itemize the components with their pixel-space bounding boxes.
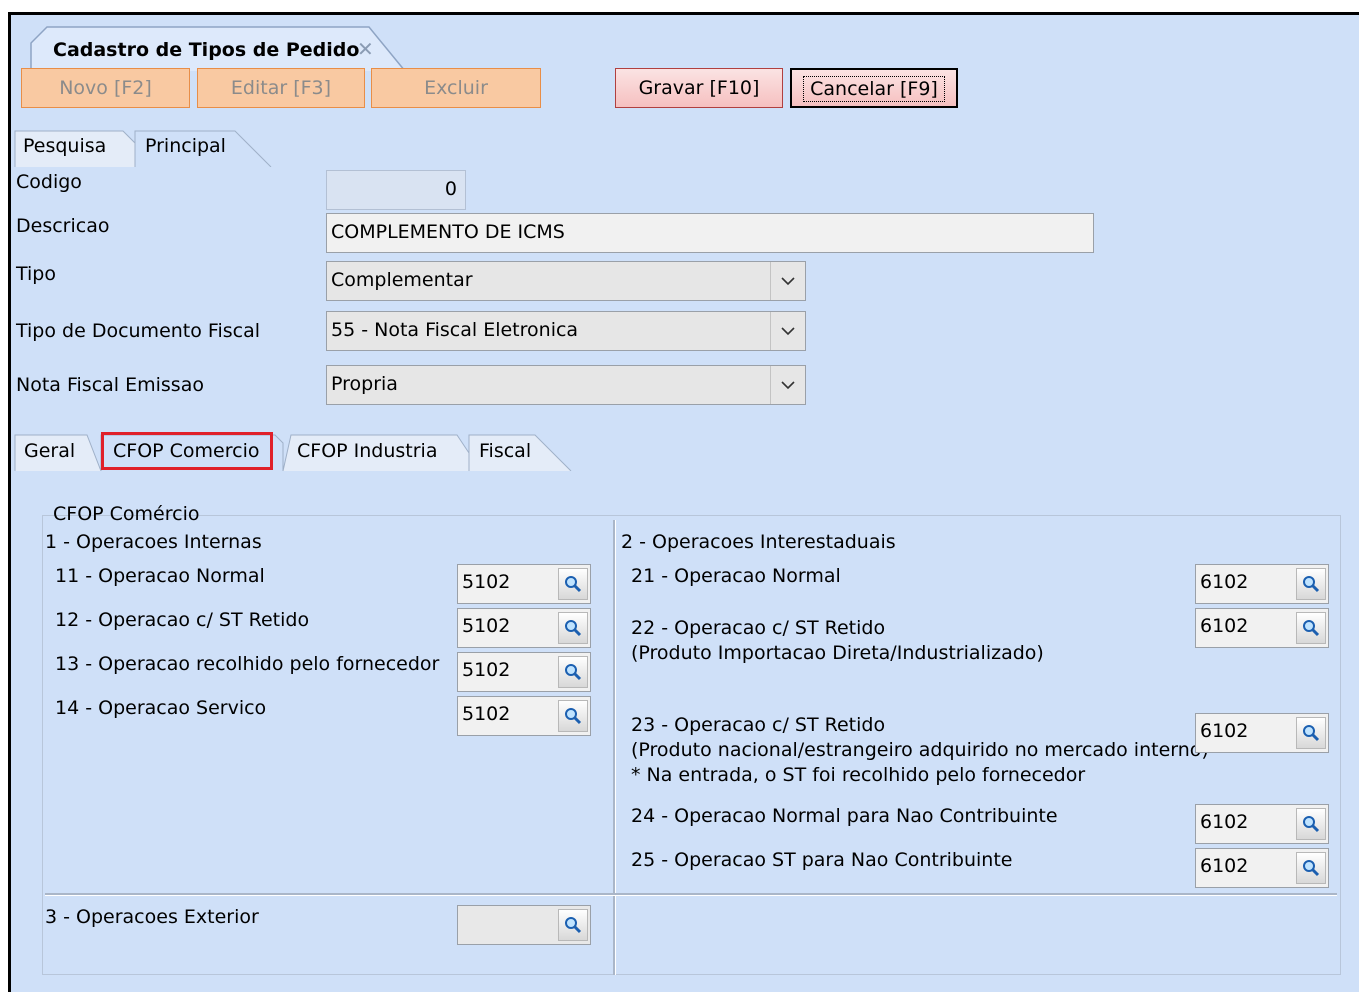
cfop-21-field[interactable]: 6102 [1195, 564, 1329, 604]
cfop-21-label: 21 - Operacao Normal [631, 565, 841, 587]
gravar-button[interactable]: Gravar [F10] [615, 68, 783, 108]
exterior-title: 3 - Operacoes Exterior [45, 906, 259, 928]
search-icon[interactable] [558, 700, 588, 732]
search-icon[interactable] [558, 612, 588, 644]
cfop-22-label: 22 - Operacao c/ ST Retido [631, 617, 886, 639]
group-title: CFOP Comércio [53, 503, 200, 525]
search-icon[interactable] [1296, 852, 1326, 884]
nf-emissao-label: Nota Fiscal Emissao [16, 374, 204, 396]
tab-principal[interactable]: Principal [145, 135, 226, 157]
search-icon[interactable] [1296, 612, 1326, 644]
cfop-exterior-field[interactable] [457, 905, 591, 945]
search-icon[interactable] [558, 909, 588, 941]
close-icon[interactable]: ✕ [357, 37, 374, 61]
nf-emissao-select[interactable]: Propria [326, 365, 806, 405]
cfop-13-value: 5102 [462, 659, 511, 681]
descricao-field[interactable]: COMPLEMENTO DE ICMS [326, 213, 1094, 253]
search-icon[interactable] [558, 568, 588, 600]
internas-title: 1 - Operacoes Internas [45, 531, 262, 553]
search-icon[interactable] [1296, 808, 1326, 840]
codigo-field: 0 [326, 170, 466, 210]
descricao-label: Descricao [16, 215, 110, 237]
cfop-25-label: 25 - Operacao ST para Nao Contribuinte [631, 849, 1013, 871]
cfop-14-label: 14 - Operacao Servico [55, 697, 267, 719]
search-icon[interactable] [1296, 568, 1326, 600]
cancelar-button-label: Cancelar [F9] [803, 76, 945, 102]
tab-cfop-industria[interactable]: CFOP Industria [297, 440, 437, 462]
cfop-24-value: 6102 [1200, 811, 1249, 833]
cancelar-button[interactable]: Cancelar [F9] [790, 68, 958, 108]
tipo-doc-select[interactable]: 55 - Nota Fiscal Eletronica [326, 311, 806, 351]
cfop-23-value: 6102 [1200, 720, 1249, 742]
tipo-value: Complementar [331, 269, 473, 291]
cfop-22-field[interactable]: 6102 [1195, 608, 1329, 648]
tipo-select[interactable]: Complementar [326, 261, 806, 301]
document-tab-title: Cadastro de Tipos de Pedido [53, 39, 360, 61]
cfop-12-value: 5102 [462, 615, 511, 637]
cfop-22-note: (Produto Importacao Direta/Industrializa… [631, 642, 1044, 664]
cfop-23-label: 23 - Operacao c/ ST Retido [631, 714, 886, 736]
cfop-25-value: 6102 [1200, 855, 1249, 877]
divider-horizontal [45, 893, 1337, 896]
search-icon[interactable] [558, 656, 588, 688]
cfop-11-field[interactable]: 5102 [457, 564, 591, 604]
tab-geral[interactable]: Geral [24, 440, 75, 462]
cfop-24-label: 24 - Operacao Normal para Nao Contribuin… [631, 805, 1058, 827]
cfop-14-value: 5102 [462, 703, 511, 725]
cfop-11-label: 11 - Operacao Normal [55, 565, 265, 587]
cfop-25-field[interactable]: 6102 [1195, 848, 1329, 888]
cfop-12-field[interactable]: 5102 [457, 608, 591, 648]
cfop-12-label: 12 - Operacao c/ ST Retido [55, 609, 310, 631]
interestaduais-title: 2 - Operacoes Interestaduais [621, 531, 896, 553]
cfop-14-field[interactable]: 5102 [457, 696, 591, 736]
search-icon[interactable] [1296, 717, 1326, 749]
tipo-doc-label: Tipo de Documento Fiscal [16, 320, 261, 342]
main-window: Cadastro de Tipos de Pedido ✕ Novo [F2] … [8, 12, 1359, 992]
chevron-down-icon[interactable] [770, 312, 805, 350]
cfop-13-field[interactable]: 5102 [457, 652, 591, 692]
chevron-down-icon[interactable] [770, 262, 805, 300]
cfop-22-value: 6102 [1200, 615, 1249, 637]
codigo-label: Codigo [16, 171, 82, 193]
cfop-21-value: 6102 [1200, 571, 1249, 593]
cfop-11-value: 5102 [462, 571, 511, 593]
cfop-23-field[interactable]: 6102 [1195, 713, 1329, 753]
cfop-23-note1: (Produto nacional/estrangeiro adquirido … [631, 739, 1209, 761]
tipo-doc-value: 55 - Nota Fiscal Eletronica [331, 319, 579, 341]
tab-pesquisa[interactable]: Pesquisa [23, 135, 106, 157]
cfop-13-label: 13 - Operacao recolhido pelo fornecedor [55, 653, 440, 675]
tab-cfop-comercio[interactable]: CFOP Comercio [101, 432, 273, 470]
novo-button[interactable]: Novo [F2] [21, 68, 190, 108]
excluir-button[interactable]: Excluir [371, 68, 541, 108]
divider-vertical [613, 520, 616, 975]
editar-button[interactable]: Editar [F3] [197, 68, 365, 108]
nf-emissao-value: Propria [331, 373, 398, 395]
tipo-label: Tipo [16, 263, 56, 285]
cfop-24-field[interactable]: 6102 [1195, 804, 1329, 844]
tab-fiscal[interactable]: Fiscal [479, 440, 531, 462]
document-tab[interactable]: Cadastro de Tipos de Pedido ✕ [29, 25, 409, 71]
chevron-down-icon[interactable] [770, 366, 805, 404]
cfop-23-note2: * Na entrada, o ST foi recolhido pelo fo… [631, 764, 1086, 786]
